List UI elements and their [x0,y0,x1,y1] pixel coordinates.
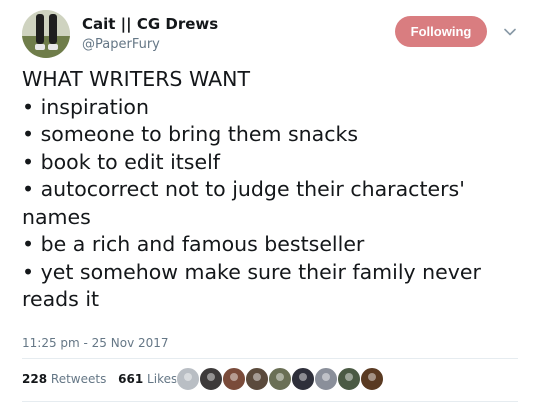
tweet-text-line: names [22,204,91,229]
avatar-face-icon [207,373,215,381]
avatar-face-icon [345,373,353,381]
display-name[interactable]: Cait || CG Drews [82,15,218,33]
avatar-face-icon [230,373,238,381]
liker-avatar[interactable] [314,367,338,391]
retweets-stat[interactable]: 228 Retweets [22,372,106,386]
avatar-face-icon [299,373,307,381]
divider [22,358,518,359]
likes-label: Likes [147,372,178,386]
liker-avatar[interactable] [337,367,361,391]
tweet-text: WHAT WRITERS WANT • inspiration • someon… [22,66,522,314]
user-avatar[interactable] [22,10,70,58]
tweet-timestamp[interactable]: 11:25 pm - 25 Nov 2017 [22,336,169,350]
tweet-text-line: • be a rich and famous bestseller [22,232,365,256]
liker-avatar[interactable] [245,367,269,391]
tweet-text-line: WHAT WRITERS WANT [22,67,250,91]
likes-count: 661 [118,372,144,386]
liker-avatar[interactable] [199,367,223,391]
user-handle[interactable]: @PaperFury [82,37,160,52]
liker-avatar[interactable] [360,367,384,391]
avatar-face-icon [368,373,376,381]
liker-avatar[interactable] [291,367,315,391]
likes-stat[interactable]: 661 Likes [118,372,177,386]
avatar-face-icon [276,373,284,381]
avatar-face-icon [253,373,261,381]
divider [22,401,518,402]
liker-avatar[interactable] [222,367,246,391]
avatar-face-icon [322,373,330,381]
chevron-down-icon[interactable] [502,24,518,40]
retweets-count: 228 [22,372,48,386]
tweet-text-line: reads it [22,287,100,311]
avatar-face-icon [184,373,192,381]
liker-avatars [176,367,384,391]
retweets-label: Retweets [50,372,107,386]
tweet-text-line: • book to edit itself [22,149,221,174]
tweet-text-line: • autocorrect not to judge their charact… [22,177,465,201]
tweet-text-line: • inspiration [22,94,149,119]
following-button[interactable]: Following [395,16,487,47]
tweet-text-line: • yet somehow make sure their family nev… [22,259,481,284]
avatar-photo-icon [22,10,70,58]
liker-avatar[interactable] [268,367,292,391]
liker-avatar[interactable] [176,367,200,391]
tweet-text-line: • someone to bring them snacks [22,122,359,146]
tweet-stats: 228 Retweets 661 Likes [22,372,185,386]
tweet-card: Cait || CG Drews @PaperFury Following WH… [0,0,540,410]
